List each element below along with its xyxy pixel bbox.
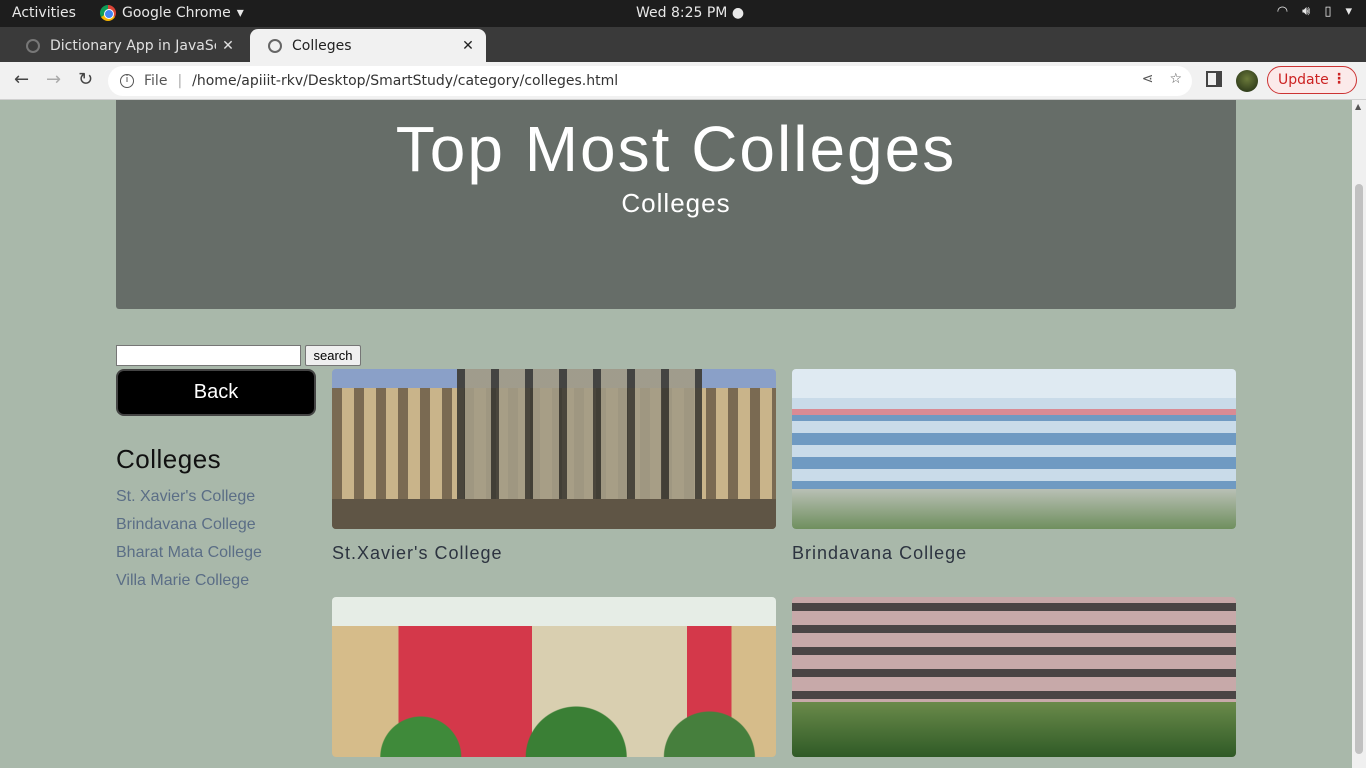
share-icon[interactable]: ⋖	[1142, 71, 1154, 87]
tab-title: Colleges	[292, 37, 352, 54]
clock-text: Wed 8:25 PM	[636, 5, 728, 21]
battery-icon: ▯	[1324, 4, 1332, 19]
college-card-st-xaviers[interactable]: St.Xavier's College	[332, 369, 776, 564]
star-icon[interactable]: ☆	[1169, 71, 1182, 87]
sidebar-title: Colleges	[116, 444, 222, 474]
college-photo[interactable]	[332, 597, 776, 757]
tab-dictionary-app[interactable]: Dictionary App in JavaScr ✕	[8, 29, 246, 62]
activities-button[interactable]: Activities	[12, 5, 76, 21]
college-card-brindavana[interactable]: Brindavana College	[792, 369, 1236, 564]
page-scrollbar[interactable]: ▲	[1352, 100, 1366, 768]
url-separator: |	[177, 73, 183, 89]
wifi-icon: ◠	[1276, 4, 1289, 19]
system-tray[interactable]: ◠ 🔊︎ ▯ ▾	[1277, 4, 1352, 19]
app-name: Google Chrome	[122, 5, 231, 21]
volume-icon: 🔊︎	[1302, 4, 1311, 19]
scroll-up-icon[interactable]: ▲	[1355, 102, 1361, 111]
tab-title: Dictionary App in JavaScr	[50, 37, 216, 54]
profile-avatar[interactable]	[1236, 70, 1258, 92]
sidebar-link-villa-marie[interactable]: Villa Marie College	[116, 572, 262, 600]
page-viewport: Top Most Colleges Colleges search Back C…	[0, 100, 1352, 768]
side-panel-icon[interactable]	[1206, 71, 1222, 87]
college-photo[interactable]	[792, 597, 1236, 757]
update-label: Update	[1278, 72, 1329, 88]
url-text[interactable]: /home/apiiit-rkv/Desktop/SmartStudy/cate…	[192, 73, 618, 89]
reload-icon[interactable]: ↻	[78, 69, 93, 90]
chevron-down-icon: ▾	[1345, 4, 1352, 19]
hero-banner: Top Most Colleges Colleges	[116, 100, 1236, 309]
omnibox-actions: ⋖ ☆	[1142, 71, 1182, 87]
back-button[interactable]: Back	[116, 369, 316, 416]
kebab-menu-icon: ⋮	[1332, 71, 1346, 87]
sidebar-link-bharat-mata[interactable]: Bharat Mata College	[116, 544, 262, 572]
search-input[interactable]	[116, 345, 301, 366]
college-photo[interactable]	[792, 369, 1236, 529]
notification-dot-icon: ●	[731, 5, 745, 21]
scrollbar-thumb[interactable]	[1355, 184, 1363, 754]
sidebar-link-st-xaviers[interactable]: St. Xavier's College	[116, 488, 262, 516]
close-icon[interactable]: ✕	[456, 38, 480, 54]
sidebar-link-brindavana[interactable]: Brindavana College	[116, 516, 262, 544]
url-scheme: File	[144, 73, 168, 89]
page-subtitle: Colleges	[621, 188, 731, 218]
forward-arrow-icon[interactable]: →	[46, 69, 61, 90]
close-icon[interactable]: ✕	[216, 38, 240, 54]
clock[interactable]: Wed 8:25 PM ●	[636, 5, 744, 21]
address-bar[interactable]: i File | /home/apiiit-rkv/Desktop/SmartS…	[108, 66, 1192, 96]
browser-toolbar: ← → ↻ i File | /home/apiiit-rkv/Desktop/…	[0, 62, 1366, 100]
chevron-down-icon: ▾	[236, 5, 244, 21]
college-card-4[interactable]	[792, 597, 1236, 768]
chrome-icon	[100, 5, 116, 21]
app-menu[interactable]: Google Chrome ▾	[100, 5, 244, 21]
search-button[interactable]: search	[305, 345, 361, 366]
sidebar-links: St. Xavier's College Brindavana College …	[116, 488, 262, 600]
page-title: Top Most Colleges	[395, 113, 957, 185]
back-arrow-icon[interactable]: ←	[14, 69, 29, 90]
tab-strip: Dictionary App in JavaScr ✕ Colleges ✕ +…	[0, 27, 1366, 84]
globe-icon	[268, 38, 282, 53]
college-card-3[interactable]	[332, 597, 776, 768]
college-caption[interactable]: Brindavana College	[792, 543, 1236, 564]
tab-colleges[interactable]: Colleges ✕	[250, 29, 486, 62]
college-caption[interactable]: St.Xavier's College	[332, 543, 776, 564]
globe-icon	[26, 38, 40, 53]
system-top-bar: Activities Google Chrome ▾ Wed 8:25 PM ●…	[0, 0, 1366, 27]
college-photo[interactable]	[332, 369, 776, 529]
update-button[interactable]: Update ⋮	[1267, 66, 1357, 94]
info-icon[interactable]: i	[120, 74, 134, 88]
